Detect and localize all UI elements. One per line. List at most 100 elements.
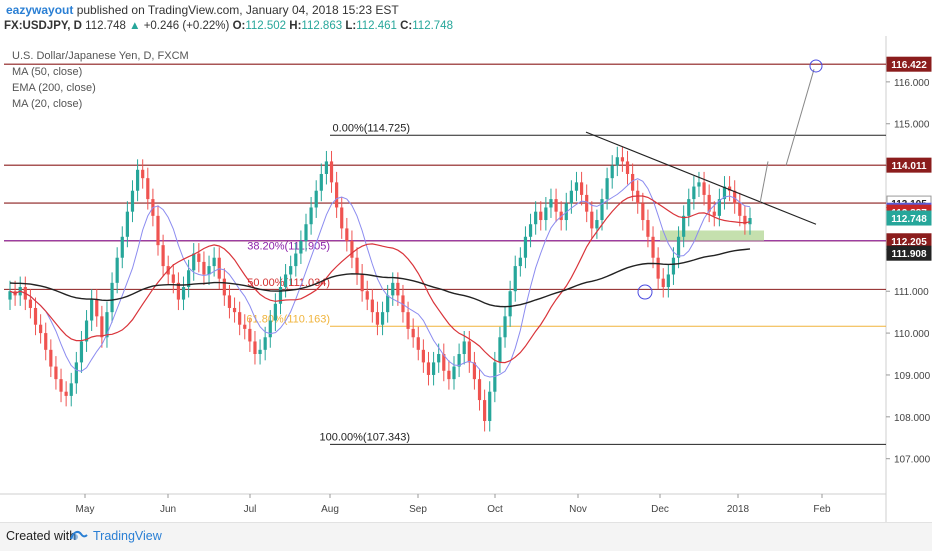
candle-body (600, 199, 604, 221)
y-tick-label: 107.000 (894, 455, 931, 466)
candle-body (74, 362, 78, 384)
candle-body (324, 161, 329, 174)
candle-body (605, 178, 609, 200)
candle-body (161, 245, 165, 267)
candle-body (243, 324, 247, 329)
candle-body (528, 224, 533, 237)
candle-body (90, 299, 94, 321)
candle-body (590, 211, 594, 229)
candle-body (289, 266, 293, 275)
candle-body (33, 307, 38, 325)
candle-body (620, 157, 625, 162)
high-value: 112.863 (301, 20, 343, 32)
low-value: 112.461 (356, 20, 397, 32)
candle-body (79, 341, 84, 363)
candle-body (375, 312, 380, 325)
candle-body (314, 190, 318, 208)
x-tick-label: Jun (160, 504, 176, 515)
candle-body (615, 157, 619, 166)
candle-body (697, 182, 701, 187)
y-tick-label: 115.000 (894, 120, 930, 131)
candle-body (28, 299, 33, 308)
candle-body (447, 370, 451, 380)
candle-body (503, 316, 507, 338)
candle-body (467, 341, 471, 363)
candle-body (253, 341, 257, 355)
candle-body (141, 169, 145, 179)
candle-body (682, 215, 686, 237)
price-change: +0.246 (+0.22%) (143, 20, 230, 32)
candle-body (181, 287, 186, 300)
candle-body (386, 295, 390, 313)
candle-body (488, 391, 492, 422)
candle-body (712, 211, 716, 216)
candle-body (636, 190, 640, 204)
legend-ma20[interactable]: MA (20, close) (12, 96, 189, 112)
symbol-label[interactable]: FX:USDJPY, D (4, 20, 82, 32)
candle-body (585, 194, 589, 212)
high-label: H: (289, 20, 302, 32)
open-value: 112.502 (245, 20, 287, 32)
demand-zone (660, 230, 764, 241)
candle-body (95, 299, 99, 317)
publish-line: eazywayout published on TradingView.com,… (6, 3, 399, 17)
candle-body (539, 211, 543, 221)
candle-body (554, 199, 558, 212)
fib-level-label: 0.00%(114.725) (333, 122, 410, 134)
candle-body (294, 253, 298, 267)
x-tick-label: Feb (813, 504, 831, 515)
candle-body (156, 215, 160, 246)
candle-body (232, 307, 237, 313)
candle-body (329, 161, 334, 183)
candle-body (544, 207, 548, 221)
footer-bar: Created with TradingView (0, 522, 932, 551)
candle-body (508, 291, 512, 317)
candle-body (625, 161, 630, 174)
x-tick-label: Nov (569, 504, 587, 515)
x-tick-label: Oct (487, 504, 503, 515)
candle-body (692, 186, 696, 200)
candle-body (549, 199, 553, 208)
candle-body (406, 312, 410, 329)
author-link[interactable]: eazywayout (6, 3, 73, 17)
candle-body (646, 220, 650, 237)
candle-body (661, 278, 665, 288)
legend-ema200[interactable]: EMA (200, close) (12, 80, 189, 96)
x-tick-label: Jul (244, 504, 257, 515)
candle-body (671, 257, 676, 275)
candle-body (380, 312, 385, 325)
candle-body (227, 295, 232, 308)
candle-body (171, 274, 175, 283)
close-label: C: (400, 20, 413, 32)
legend-ma50[interactable]: MA (50, close) (12, 64, 189, 80)
y-tick-label: 116.000 (894, 78, 930, 89)
candle-body (437, 354, 441, 363)
y-tick-label: 110.000 (894, 329, 930, 340)
candle-body (59, 379, 63, 392)
y-tick-label: 109.000 (894, 371, 931, 382)
low-label: L: (345, 20, 357, 32)
candle-body (115, 257, 119, 283)
candle-body (345, 228, 349, 241)
tradingview-logo-icon[interactable] (70, 528, 88, 542)
x-tick-label: Dec (651, 504, 669, 515)
candle-body (641, 203, 645, 221)
candle-body (54, 366, 58, 380)
candle-body (69, 383, 73, 396)
candle-body (120, 236, 124, 258)
candle-body (304, 224, 308, 241)
candle-body (39, 324, 43, 334)
candle-body (146, 178, 150, 200)
tradingview-brand-link[interactable]: TradingView (93, 529, 162, 543)
x-tick-label: Sep (409, 504, 427, 515)
price-tag-label: 112.748 (891, 214, 927, 225)
x-tick-label: Aug (321, 504, 339, 515)
candle-body (197, 253, 201, 262)
candle-body (579, 182, 584, 195)
candle-body (100, 316, 104, 338)
candle-body (687, 199, 691, 216)
candle-body (299, 240, 303, 254)
price-tag-label: 116.422 (891, 60, 927, 71)
candle-body (421, 349, 425, 363)
candle-body (462, 341, 466, 355)
